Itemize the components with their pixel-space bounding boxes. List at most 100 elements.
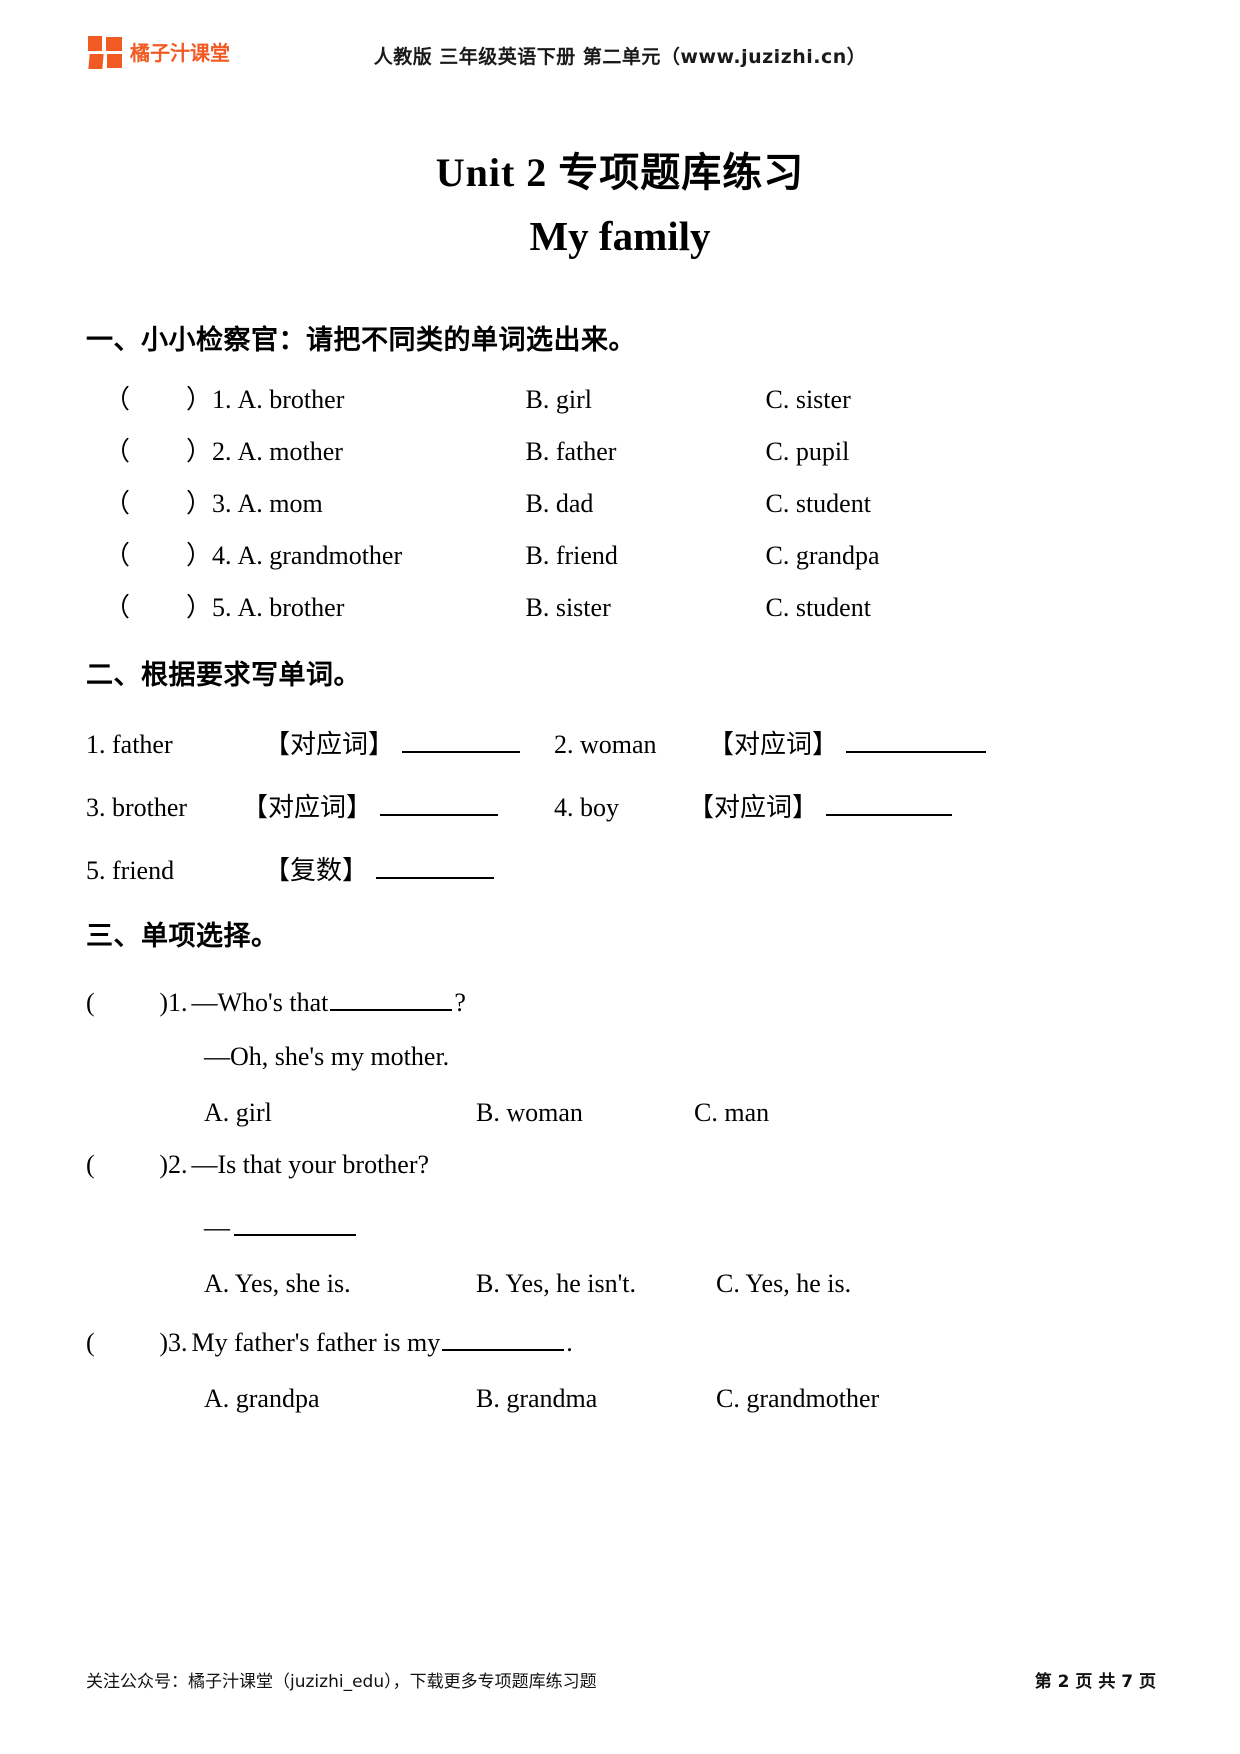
- option-c[interactable]: C. grandpa: [766, 542, 880, 569]
- section-two: 二、根据要求写单词。 1. father 【对应词】 2. woman 【对应词…: [86, 655, 1156, 885]
- answer-blank[interactable]: [402, 725, 521, 753]
- option-a[interactable]: A. brother: [238, 386, 526, 413]
- option-c[interactable]: C. pupil: [766, 438, 850, 465]
- stem-text: My father's father is my: [191, 1327, 441, 1357]
- option-a[interactable]: A. Yes, she is.: [204, 1270, 476, 1297]
- option-b[interactable]: B. friend: [526, 542, 766, 569]
- dash-marker: —: [204, 1212, 230, 1242]
- bracket-open: （: [104, 488, 131, 518]
- option-a[interactable]: A. grandmother: [238, 542, 526, 569]
- option-c[interactable]: C. man: [694, 1099, 769, 1126]
- answer-bracket[interactable]: （ ）: [104, 436, 212, 466]
- bracket-open: （: [104, 592, 131, 622]
- answer-bracket[interactable]: （ ）: [104, 540, 212, 570]
- question-number: 1.: [212, 384, 232, 414]
- answer-blank[interactable]: [826, 788, 953, 816]
- page-number: 第 2 页 共 7 页: [1034, 1672, 1156, 1692]
- option-b[interactable]: B. grandma: [476, 1385, 716, 1412]
- item-number: 3.: [86, 793, 106, 822]
- bracket-close: ): [159, 1149, 168, 1179]
- option-c[interactable]: C. Yes, he is.: [716, 1270, 851, 1297]
- answer-blank[interactable]: [380, 788, 499, 816]
- item-word: brother: [112, 793, 188, 822]
- option-c[interactable]: C. sister: [766, 386, 851, 413]
- answer-bracket[interactable]: ( ): [86, 1327, 168, 1357]
- worksheet-page: 橘子汁课堂 人教版 三年级英语下册 第二单元（www.juzizhi.cn） U…: [0, 0, 1240, 1754]
- question-answer-line: —: [86, 1208, 1156, 1241]
- bracket-close: ）: [185, 540, 212, 570]
- bracket-open: (: [86, 1149, 95, 1179]
- option-list: A. Yes, she is. B. Yes, he isn't. C. Yes…: [86, 1270, 1156, 1297]
- option-c[interactable]: C. grandmother: [716, 1385, 879, 1412]
- bracket-open: （: [104, 384, 131, 414]
- option-b[interactable]: B. dad: [526, 490, 766, 517]
- question-stem: ( ) 2. —Is that your brother?: [86, 1149, 1156, 1179]
- stem-text: —Who's that: [191, 987, 329, 1017]
- option-b[interactable]: B. woman: [476, 1099, 694, 1126]
- table-row: （ ） 1. A. brother B. girl C. sister: [86, 384, 1156, 414]
- item-tag: 【对应词】: [264, 730, 395, 759]
- option-b[interactable]: B. Yes, he isn't.: [476, 1270, 716, 1297]
- option-c[interactable]: C. student: [766, 490, 871, 517]
- bracket-open: （: [104, 540, 131, 570]
- item-word: woman: [580, 730, 657, 759]
- question-number: 2.: [212, 436, 232, 466]
- option-b[interactable]: B. girl: [526, 386, 766, 413]
- word-item: 5. friend 【复数】: [86, 851, 554, 884]
- word-item: 3. brother 【对应词】: [86, 788, 554, 821]
- stem-suffix: .: [566, 1327, 573, 1357]
- question-block: ( ) 3. My father's father is my . A. gra…: [86, 1323, 1156, 1412]
- question-number: 2.: [168, 1149, 188, 1179]
- answer-bracket[interactable]: （ ）: [104, 592, 212, 622]
- item-tag: 【对应词】: [242, 793, 373, 822]
- answer-blank[interactable]: [442, 1323, 565, 1351]
- option-b[interactable]: B. sister: [526, 594, 766, 621]
- option-list: A. grandpa B. grandma C. grandmother: [86, 1385, 1156, 1412]
- question-block: ( ) 1. —Who's that ? —Oh, she's my mothe…: [86, 983, 1156, 1126]
- page-title: Unit 2 专项题库练习: [435, 150, 805, 195]
- table-row: （ ） 5. A. brother B. sister C. student: [86, 592, 1156, 622]
- item-number: 1.: [86, 730, 106, 759]
- option-a[interactable]: A. grandpa: [204, 1385, 476, 1412]
- bracket-close: ）: [185, 488, 212, 518]
- page-header: 橘子汁课堂 人教版 三年级英语下册 第二单元（www.juzizhi.cn）: [0, 34, 1240, 84]
- answer-blank[interactable]: [376, 851, 495, 879]
- section-one-heading: 一、小小检察官：请把不同类的单词选出来。: [86, 325, 636, 355]
- option-a[interactable]: A. mother: [238, 438, 526, 465]
- option-a[interactable]: A. brother: [238, 594, 526, 621]
- bracket-open: (: [86, 1327, 95, 1357]
- answer-bracket[interactable]: ( ): [86, 1149, 168, 1179]
- option-a[interactable]: A. mom: [238, 490, 526, 517]
- question-number: 3.: [168, 1327, 188, 1357]
- item-tag: 【对应词】: [708, 730, 839, 759]
- answer-bracket[interactable]: ( ): [86, 987, 168, 1017]
- option-c[interactable]: C. student: [766, 594, 871, 621]
- bracket-open: （: [104, 436, 131, 466]
- section-two-heading: 二、根据要求写单词。: [86, 659, 361, 690]
- word-row: 1. father 【对应词】 2. woman 【对应词】: [86, 725, 1156, 758]
- word-item: 4. boy 【对应词】: [554, 788, 953, 822]
- question-stem: ( ) 1. —Who's that ?: [86, 983, 1156, 1016]
- question-number: 4.: [212, 540, 232, 570]
- answer-blank[interactable]: [330, 983, 453, 1011]
- item-word: friend: [112, 856, 175, 885]
- word-item: 1. father 【对应词】: [86, 725, 554, 758]
- bracket-close: ): [159, 1327, 168, 1357]
- page-subtitle: My family: [529, 213, 711, 259]
- answer-blank[interactable]: [234, 1208, 356, 1236]
- section-one: 一、小小检察官：请把不同类的单词选出来。 （ ） 1. A. brother B…: [86, 320, 1156, 621]
- answer-blank[interactable]: [846, 725, 987, 753]
- question-number: 3.: [212, 488, 232, 518]
- item-number: 4.: [554, 793, 574, 822]
- option-b[interactable]: B. father: [526, 438, 766, 465]
- page-footer: 关注公众号：橘子汁课堂（juzizhi_edu），下载更多专项题库练习题 第 2…: [86, 1667, 1156, 1692]
- question-number: 1.: [168, 987, 188, 1017]
- table-row: （ ） 3. A. mom B. dad C. student: [86, 488, 1156, 518]
- answer-bracket[interactable]: （ ）: [104, 384, 212, 414]
- bracket-close: ）: [185, 592, 212, 622]
- answer-bracket[interactable]: （ ）: [104, 488, 212, 518]
- bracket-open: (: [86, 987, 95, 1017]
- word-row: 3. brother 【对应词】 4. boy 【对应词】: [86, 788, 1156, 821]
- question-number: 5.: [212, 592, 232, 622]
- option-a[interactable]: A. girl: [204, 1099, 476, 1126]
